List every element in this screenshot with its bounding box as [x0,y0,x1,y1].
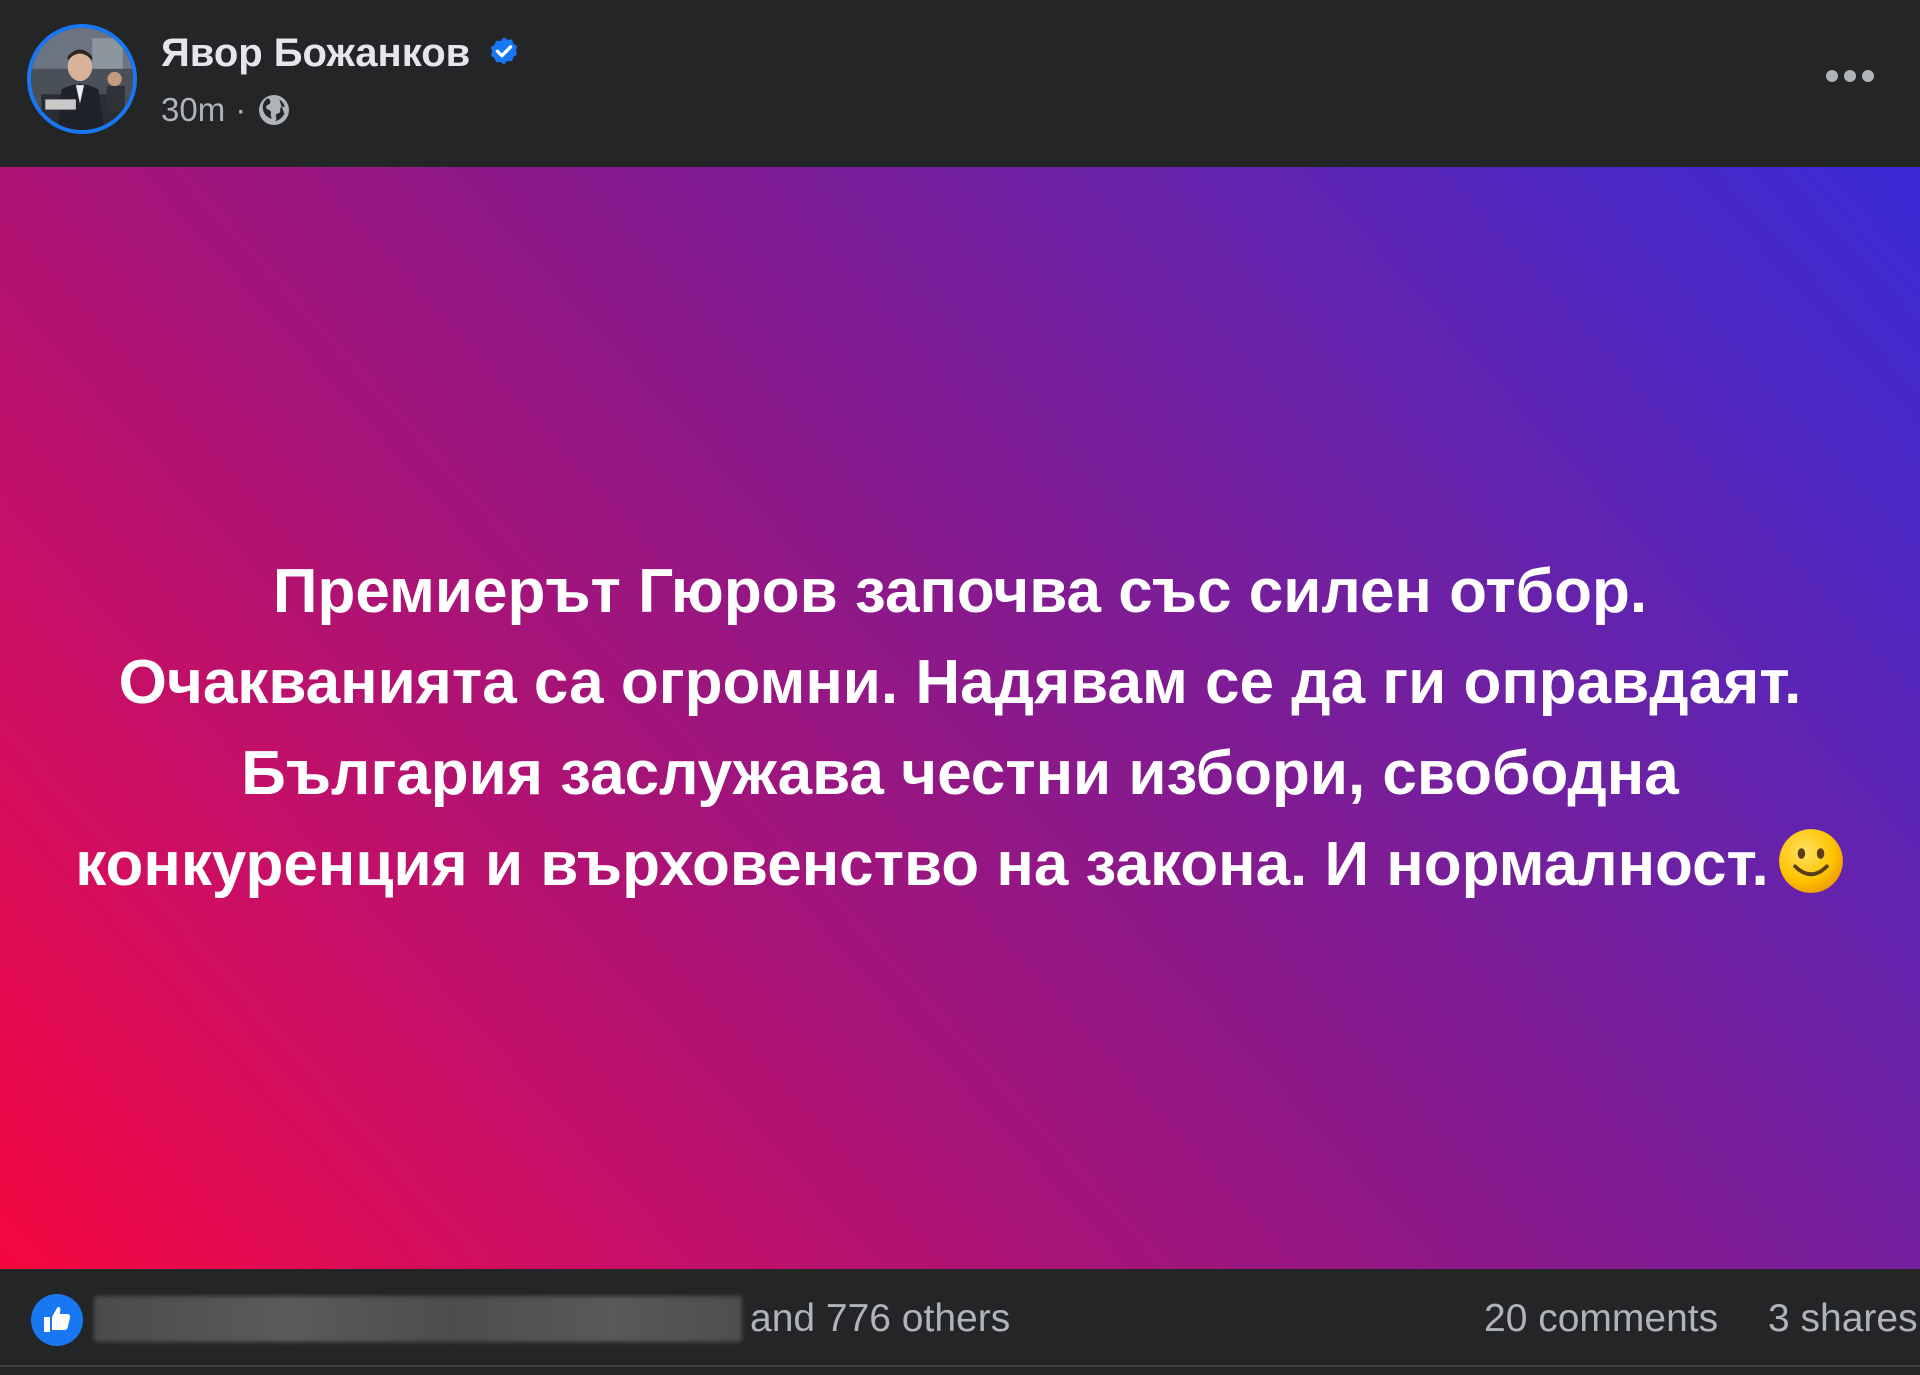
like-reaction-badge[interactable] [30,1293,84,1347]
reactions-count[interactable]: and 776 others [750,1293,1010,1345]
verified-badge-icon [491,37,518,65]
more-horizontal-icon [1826,70,1874,82]
globe-icon[interactable] [256,92,292,128]
post-timestamp[interactable]: 30m [161,88,225,132]
facebook-post: Явор Божанков 30m · Премиерът Гюров запо… [0,0,1920,1375]
more-options-button[interactable] [1810,50,1890,102]
post-footer: and 776 others 20 comments 3 shares [0,1269,1920,1375]
post-meta: 30m · [161,88,292,132]
author-avatar[interactable] [27,24,137,134]
author-name[interactable]: Явор Божанков [161,28,470,78]
post-body: Премиерът Гюров започва със силен отбор.… [0,167,1920,1269]
post-header: Явор Божанков 30m · [0,0,1920,167]
author-row: Явор Божанков [161,28,522,78]
like-icon [31,1294,83,1346]
footer-divider [0,1365,1920,1367]
post-text: Премиерът Гюров започва със силен отбор.… [70,546,1850,910]
smiley-face-icon [1777,827,1845,895]
post-message: Премиерът Гюров започва със силен отбор.… [75,557,1802,899]
meta-separator: · [235,91,247,128]
comments-count[interactable]: 20 comments [1484,1293,1718,1345]
shares-count[interactable]: 3 shares [1768,1293,1918,1345]
reactor-names-redacted[interactable] [94,1296,742,1342]
avatar-photo [31,28,133,130]
